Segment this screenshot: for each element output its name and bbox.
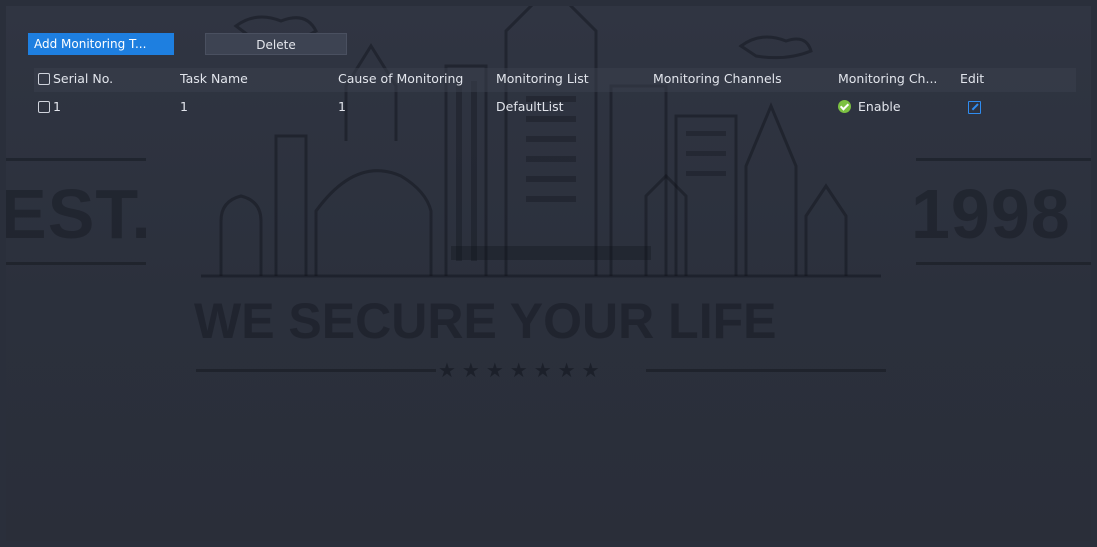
task-panel: EST. 1998 WE SECURE YOUR LIFE ★★★★★★★ Ad… <box>6 6 1091 541</box>
monitoring-task-table: Serial No. Task Name Cause of Monitoring… <box>34 68 1076 116</box>
column-monitoring-channels[interactable]: Monitoring Channels <box>653 68 823 92</box>
watermark-rule <box>646 369 886 372</box>
column-cause-of-monitoring[interactable]: Cause of Monitoring <box>338 68 488 92</box>
column-edit: Edit <box>960 71 985 86</box>
row-serial-cell: 1 <box>38 96 158 120</box>
row-monitoring-list: DefaultList <box>496 99 564 114</box>
select-all-checkbox[interactable] <box>38 73 50 85</box>
watermark-rule <box>6 262 146 265</box>
watermark-rule <box>6 158 146 161</box>
add-monitoring-task-button[interactable]: Add Monitoring T... <box>28 33 174 55</box>
watermark-rule <box>916 262 1091 265</box>
edit-icon[interactable] <box>968 101 981 114</box>
check-circle-icon <box>838 100 851 113</box>
column-monitoring-list[interactable]: Monitoring List <box>496 68 646 92</box>
row-task-name: 1 <box>180 99 188 114</box>
row-checkbox[interactable] <box>38 101 50 113</box>
watermark-rule <box>196 369 436 372</box>
watermark-stars: ★★★★★★★ <box>438 358 606 382</box>
watermark-year-text: 1998 <box>911 175 1071 253</box>
table-header: Serial No. Task Name Cause of Monitoring… <box>34 68 1076 92</box>
table-row[interactable]: 1 1 1 DefaultList Enable <box>34 96 1076 120</box>
watermark-est-text: EST. <box>6 175 152 253</box>
row-cause: 1 <box>338 99 346 114</box>
watermark-slogan: WE SECURE YOUR LIFE <box>194 293 777 349</box>
column-monitoring-status[interactable]: Monitoring Ch... <box>838 68 958 92</box>
column-serial-no: Serial No. <box>38 68 158 92</box>
column-serial-no-label: Serial No. <box>53 71 114 86</box>
row-status-value: Enable <box>858 99 901 114</box>
delete-button[interactable]: Delete <box>205 33 347 55</box>
row-monitoring-channels <box>653 96 823 120</box>
watermark-rule <box>916 158 1091 161</box>
row-serial-value: 1 <box>53 99 61 114</box>
row-status-cell: Enable <box>838 96 958 120</box>
column-task-name[interactable]: Task Name <box>180 68 330 92</box>
